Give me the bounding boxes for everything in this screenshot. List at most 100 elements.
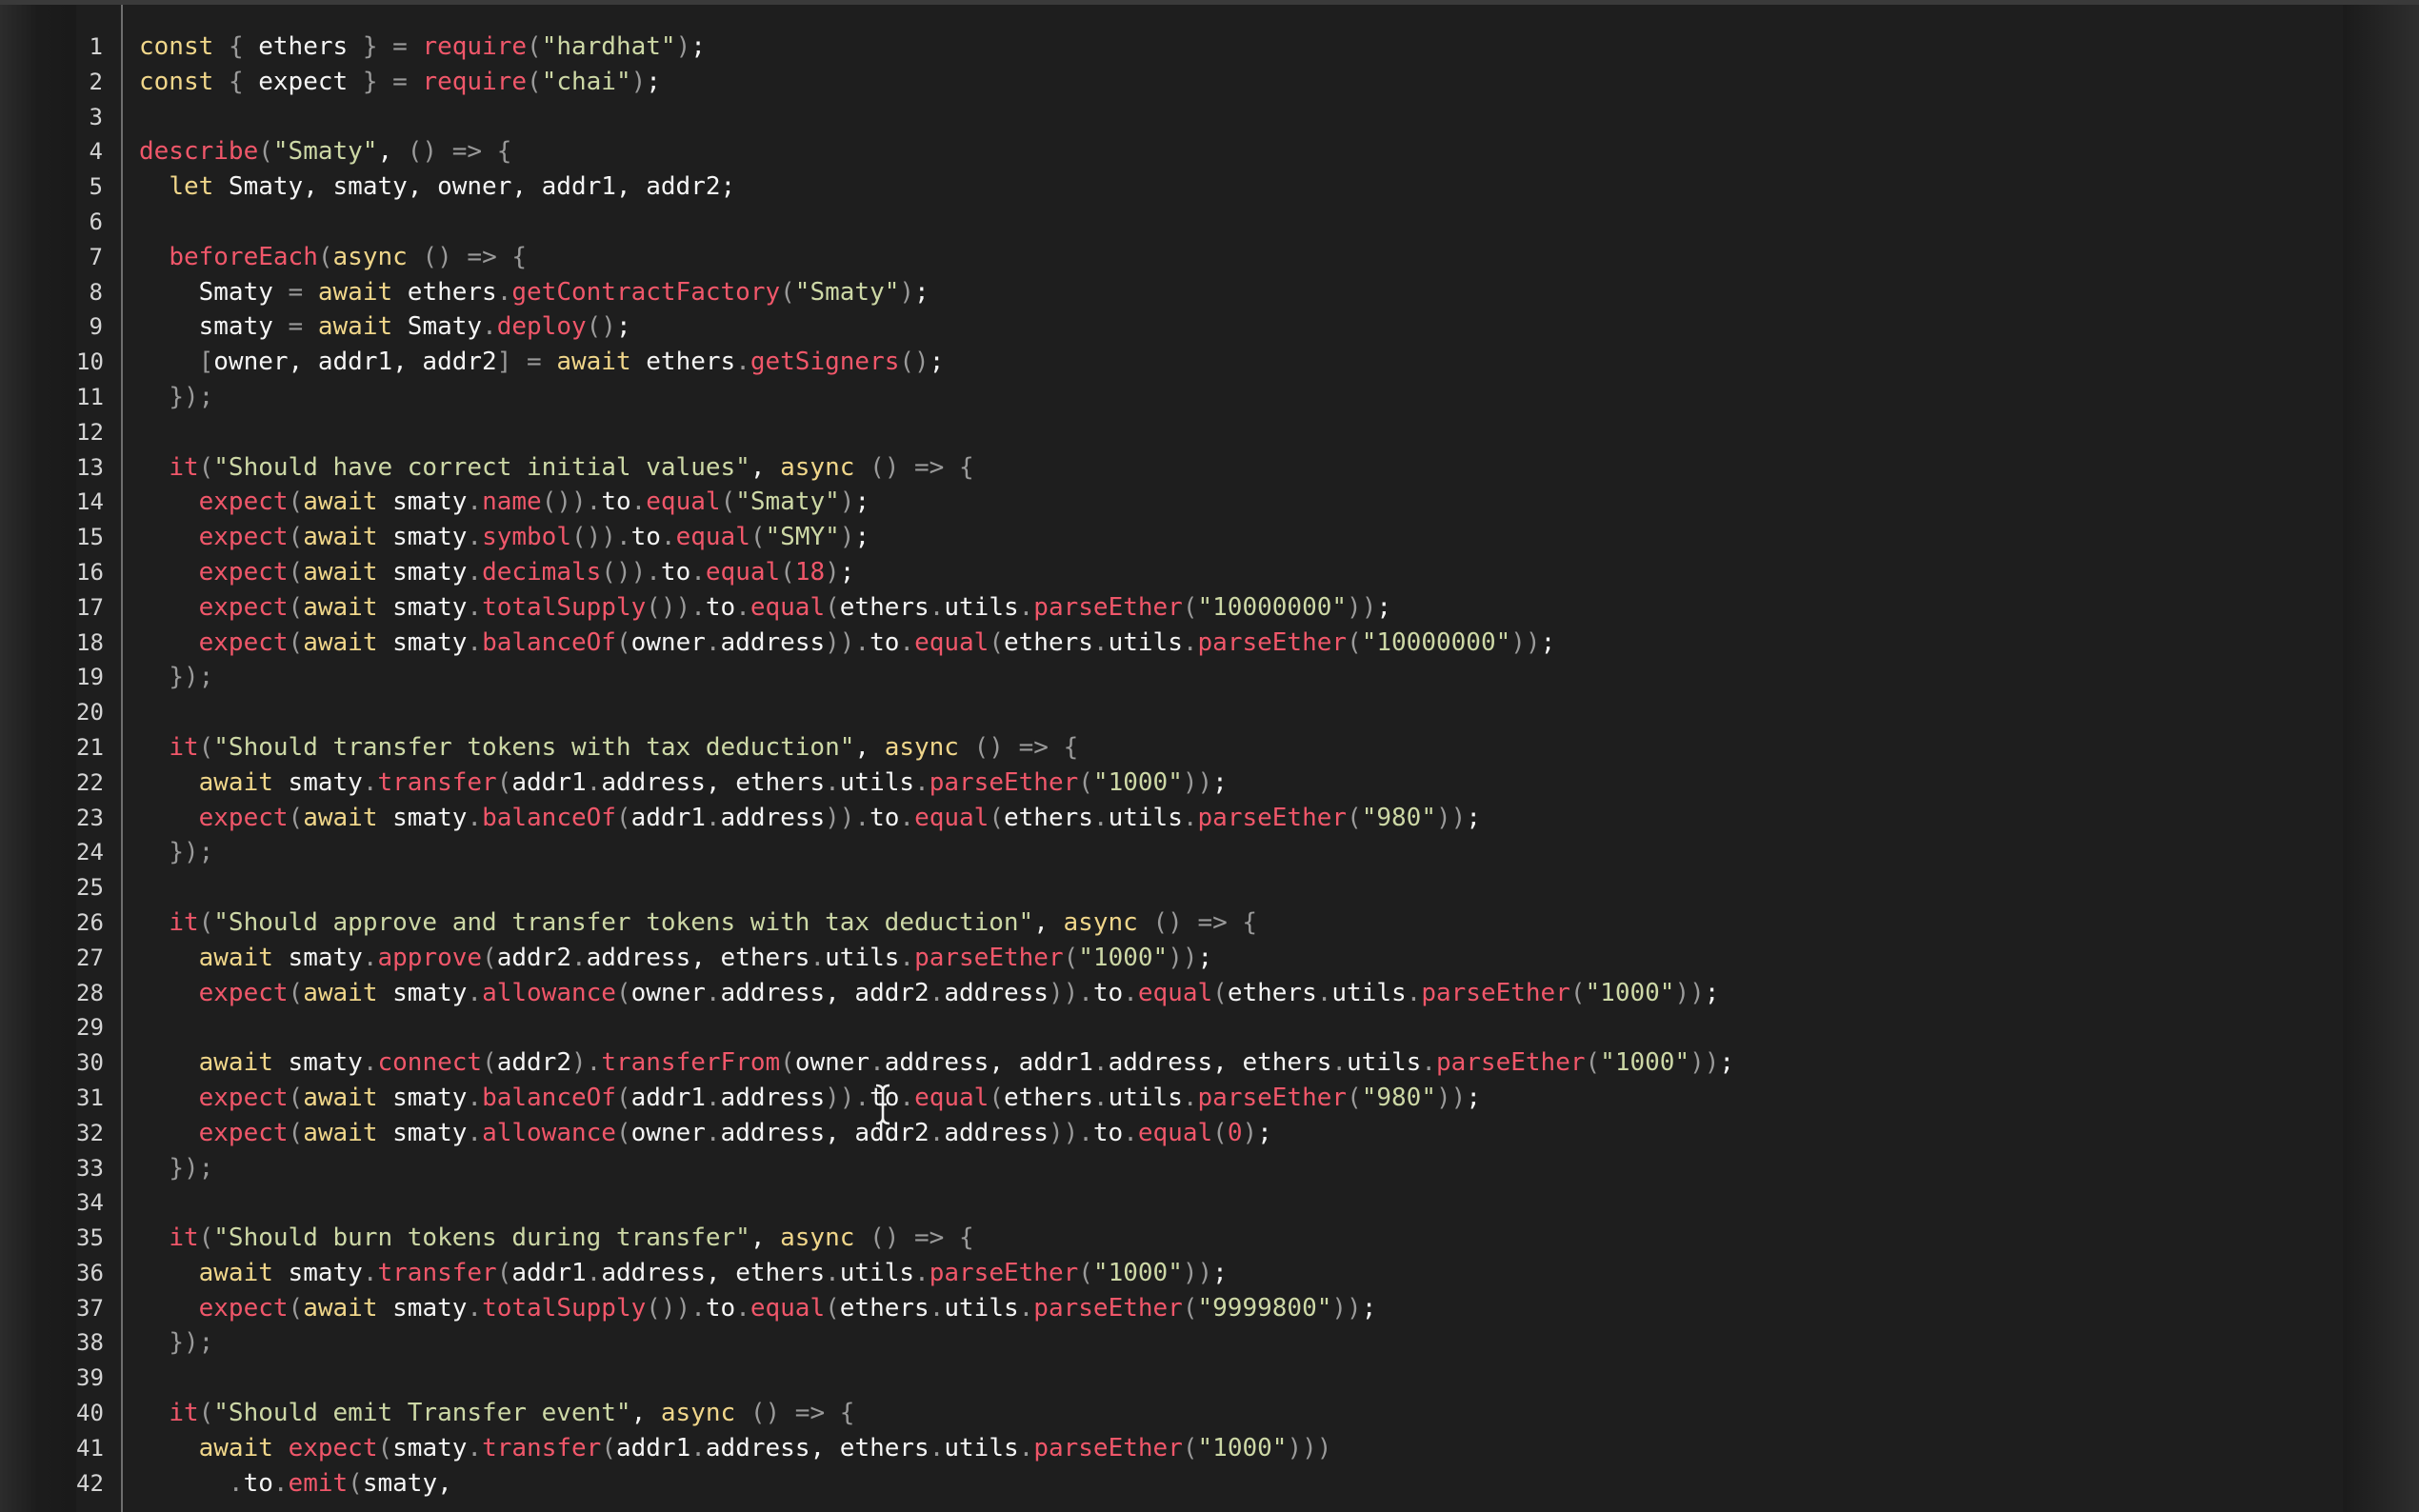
code-token: . xyxy=(1123,978,1138,1007)
line-text: }); xyxy=(139,1325,213,1361)
code-token: ; xyxy=(854,487,870,517)
code-token: owner xyxy=(630,627,706,657)
code-token: ; xyxy=(1197,943,1213,972)
code-token: , xyxy=(630,1399,661,1428)
code-token: ( xyxy=(780,557,795,587)
code-token: ( xyxy=(288,1118,304,1147)
code-token: addr1 xyxy=(615,1433,691,1462)
line-number: 24 xyxy=(76,839,104,866)
code-token: "Should emit Transfer event" xyxy=(213,1399,631,1428)
code-token: ; xyxy=(1257,1118,1272,1147)
code-token: "chai" xyxy=(541,67,631,96)
code-token: () xyxy=(1152,907,1183,937)
code-token: )) xyxy=(825,627,855,657)
code-token: . xyxy=(467,1433,483,1462)
line-text: beforeEach(async () => { xyxy=(139,240,527,275)
code-token: ; xyxy=(839,557,855,587)
code-token: } xyxy=(362,67,378,96)
code-token: ) xyxy=(630,67,647,96)
code-token: ; xyxy=(914,277,930,307)
code-token: address, ethers xyxy=(1108,1048,1332,1078)
code-token: ( xyxy=(1182,592,1198,622)
code-token: to xyxy=(601,487,631,517)
code-token: ; xyxy=(1540,627,1556,657)
line-text: const { expect } = require("chai"); xyxy=(139,65,661,100)
code-token: . xyxy=(467,1118,483,1147)
code-token: "Should have correct initial values" xyxy=(213,452,750,482)
line-text: }); xyxy=(139,380,213,415)
code-token: to xyxy=(660,557,691,587)
code-token: ( xyxy=(288,803,304,832)
code-token: . xyxy=(1018,1293,1034,1323)
line-text: await smaty.transfer(addr1.address, ethe… xyxy=(139,1256,1228,1291)
line-number: 30 xyxy=(76,1049,104,1077)
code-token: . xyxy=(705,1083,721,1112)
line-text: expect(await smaty.allowance(owner.addre… xyxy=(139,976,1720,1011)
code-token: async xyxy=(780,1224,855,1253)
code-token: ; xyxy=(1704,978,1720,1007)
code-editor[interactable]: 1 const { ethers } = require("hardhat"); 2… xyxy=(76,5,2343,1512)
code-token: ( xyxy=(615,803,631,832)
code-token: ( xyxy=(615,1083,631,1112)
code-token: expect xyxy=(198,557,289,587)
code-token: to xyxy=(705,1293,736,1323)
code-token: )) xyxy=(825,1083,855,1112)
code-token: utils xyxy=(1108,627,1183,657)
code-token: address xyxy=(944,1118,1049,1147)
code-token: . xyxy=(228,1468,244,1498)
code-token: . xyxy=(929,592,945,622)
code-token: . xyxy=(690,1293,706,1323)
code-token: )) xyxy=(1182,767,1213,797)
code-token: address, ethers xyxy=(601,1258,826,1287)
code-token: addr1 xyxy=(511,767,587,797)
code-token: . xyxy=(1316,978,1332,1007)
code-token: . xyxy=(362,943,378,972)
code-token: await xyxy=(303,627,378,657)
code-token: utils xyxy=(1108,1083,1183,1112)
code-token: "Should transfer tokens with tax deducti… xyxy=(213,732,855,762)
code-token: )) xyxy=(1048,1118,1079,1147)
code-token: utils xyxy=(944,592,1019,622)
code-token: ( xyxy=(317,242,333,271)
code-token: allowance xyxy=(482,978,616,1007)
line-number: 4 xyxy=(89,138,103,166)
code-token: )) xyxy=(1048,978,1079,1007)
code-token: async xyxy=(780,452,855,482)
line-number: 39 xyxy=(76,1364,104,1392)
line-number: 33 xyxy=(76,1154,104,1182)
code-token: ethers xyxy=(630,348,736,377)
code-token: . xyxy=(1182,627,1198,657)
code-token: equal xyxy=(646,487,721,517)
line-number: 9 xyxy=(89,313,103,341)
code-token: decimals xyxy=(482,557,602,587)
code-token: it xyxy=(169,1399,199,1428)
code-token: . xyxy=(362,1258,378,1287)
line-text: expect(await smaty.name()).to.equal("Sma… xyxy=(139,485,870,520)
code-token: { xyxy=(511,242,528,271)
code-token: symbol xyxy=(482,523,571,552)
code-token: . xyxy=(615,523,631,552)
code-token: totalSupply xyxy=(482,592,647,622)
code-token: ; xyxy=(1212,767,1228,797)
line-text: const { ethers } = require("hardhat"); xyxy=(139,30,706,65)
code-token: ; xyxy=(854,523,870,552)
code-token: ; xyxy=(1719,1048,1735,1078)
code-token: { xyxy=(1242,907,1258,937)
code-token: owner, addr1, addr2 xyxy=(213,348,497,377)
code-token: parseEther xyxy=(1197,803,1348,832)
code-token: utils xyxy=(825,943,900,972)
code-token: equal xyxy=(914,1083,990,1112)
code-token: . xyxy=(482,312,497,342)
code-token: () xyxy=(870,452,900,482)
code-token: async xyxy=(884,732,959,762)
code-token: parseEther xyxy=(1197,1083,1348,1112)
code-token: { xyxy=(959,452,974,482)
code-token: . xyxy=(630,487,647,517)
